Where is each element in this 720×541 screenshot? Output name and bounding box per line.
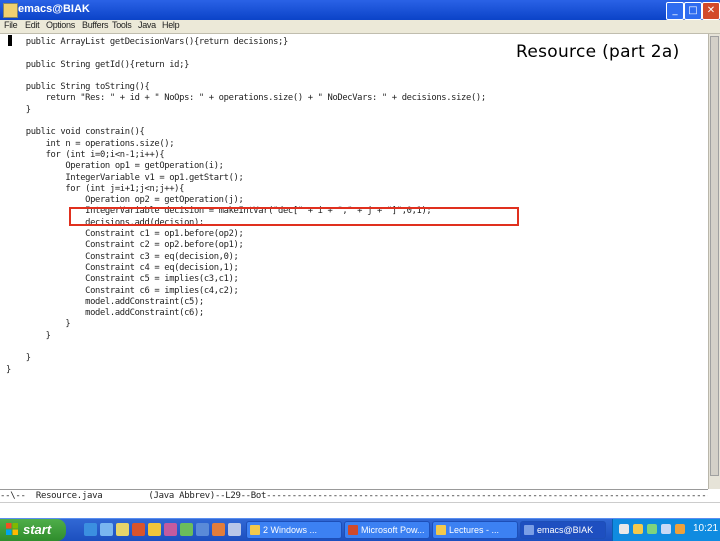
tray-app-icon[interactable] xyxy=(619,524,629,534)
menu-edit[interactable]: Edit xyxy=(25,20,40,30)
title-bar[interactable]: emacs@BIAK _ □ ✕ xyxy=(0,0,720,20)
windows-flag-icon xyxy=(6,523,18,535)
menu-tools[interactable]: Tools xyxy=(112,20,132,30)
emacs-icon xyxy=(524,525,534,535)
task-label: Microsoft Pow... xyxy=(361,525,425,535)
quicklaunch-app-icon[interactable] xyxy=(180,523,193,536)
code-line: Constraint c5 = implies(c3,c1); xyxy=(6,274,239,285)
start-label: start xyxy=(23,522,52,537)
task-label: emacs@BIAK xyxy=(537,525,594,535)
code-line: } xyxy=(6,104,31,115)
code-line: public void constrain(){ xyxy=(6,127,145,138)
code-line: public String getId(){return id;} xyxy=(6,59,190,70)
code-line: IntegerVariable v1 = op1.getStart(); xyxy=(6,172,244,183)
task-button-powerpoint[interactable]: Microsoft Pow... xyxy=(344,521,430,539)
minibuffer[interactable] xyxy=(0,502,720,519)
ie-icon[interactable] xyxy=(84,523,97,536)
start-button[interactable]: start xyxy=(0,519,66,541)
scrollbar-thumb[interactable] xyxy=(710,36,719,476)
code-line: int n = operations.size(); xyxy=(6,138,175,149)
tray-app-icon[interactable] xyxy=(633,524,643,534)
folder-icon[interactable] xyxy=(116,523,129,536)
folder-icon xyxy=(250,525,260,535)
code-line: Constraint c6 = implies(c4,c2); xyxy=(6,285,239,296)
system-tray: 10:21 xyxy=(612,519,720,541)
folder-icon xyxy=(436,525,446,535)
code-editor[interactable]: public ArrayList getDecisionVars(){retur… xyxy=(0,34,708,489)
task-label: Lectures - ... xyxy=(449,525,500,535)
taskbar: start 2 Windows ... Microsoft Pow... Lec… xyxy=(0,518,720,541)
code-line: for (int i=0;i<n-1;i++){ xyxy=(6,149,165,160)
code-line: public String toString(){ xyxy=(6,82,150,93)
task-button-windows[interactable]: 2 Windows ... xyxy=(246,521,342,539)
code-line: Constraint c3 = eq(decision,0); xyxy=(6,251,239,262)
code-line: Constraint c4 = eq(decision,1); xyxy=(6,262,239,273)
powerpoint-icon[interactable] xyxy=(132,523,145,536)
task-label: 2 Windows ... xyxy=(263,525,318,535)
quicklaunch-app-icon[interactable] xyxy=(228,523,241,536)
highlighted-line-box xyxy=(69,207,519,226)
slide-title: Resource (part 2a) xyxy=(514,42,682,62)
code-line: } xyxy=(6,330,51,341)
task-button-emacs[interactable]: emacs@BIAK xyxy=(520,521,606,539)
menu-file[interactable]: File xyxy=(4,20,18,30)
menu-buffers[interactable]: Buffers xyxy=(82,20,109,30)
code-line: Operation op1 = getOperation(i); xyxy=(6,161,224,172)
code-line: } xyxy=(6,319,71,330)
emacs-app-icon xyxy=(3,3,18,18)
show-desktop-icon[interactable] xyxy=(100,523,113,536)
menu-options[interactable]: Options xyxy=(46,20,75,30)
tray-app-icon[interactable] xyxy=(661,524,671,534)
code-line: } xyxy=(6,353,31,364)
network-icon[interactable] xyxy=(647,524,657,534)
code-line: public ArrayList getDecisionVars(){retur… xyxy=(6,37,289,47)
close-button[interactable]: ✕ xyxy=(702,2,720,20)
window-title: emacs@BIAK xyxy=(18,3,90,15)
quicklaunch-app-icon[interactable] xyxy=(196,523,209,536)
quicklaunch-app-icon[interactable] xyxy=(212,523,225,536)
code-line: model.addConstraint(c5); xyxy=(6,296,204,307)
emacs-window: emacs@BIAK _ □ ✕ File Edit Options Buffe… xyxy=(0,0,720,519)
code-line: Operation op2 = getOperation(j); xyxy=(6,195,244,206)
code-line: for (int j=i+1;j<n;j++){ xyxy=(6,183,185,194)
code-line: Constraint c2 = op2.before(op1); xyxy=(6,240,244,251)
volume-icon[interactable] xyxy=(675,524,685,534)
clock: 10:21 xyxy=(693,523,719,534)
menu-bar: File Edit Options Buffers Tools Java Hel… xyxy=(0,20,720,34)
task-button-lectures[interactable]: Lectures - ... xyxy=(432,521,518,539)
code-line: } xyxy=(6,364,11,375)
mode-line: --\-- Resource.java (Java Abbrev)--L29--… xyxy=(0,489,708,502)
powerpoint-icon xyxy=(348,525,358,535)
outlook-icon[interactable] xyxy=(148,523,161,536)
vertical-scrollbar[interactable] xyxy=(708,34,720,489)
code-line: model.addConstraint(c6); xyxy=(6,308,204,319)
menu-help[interactable]: Help xyxy=(162,20,180,30)
menu-java[interactable]: Java xyxy=(138,20,156,30)
maximize-button[interactable]: □ xyxy=(684,2,702,20)
code-line: Constraint c1 = op1.before(op2); xyxy=(6,229,244,240)
quicklaunch-app-icon[interactable] xyxy=(164,523,177,536)
code-line: return "Res: " + id + " NoOps: " + opera… xyxy=(6,93,487,104)
minimize-button[interactable]: _ xyxy=(666,2,684,20)
